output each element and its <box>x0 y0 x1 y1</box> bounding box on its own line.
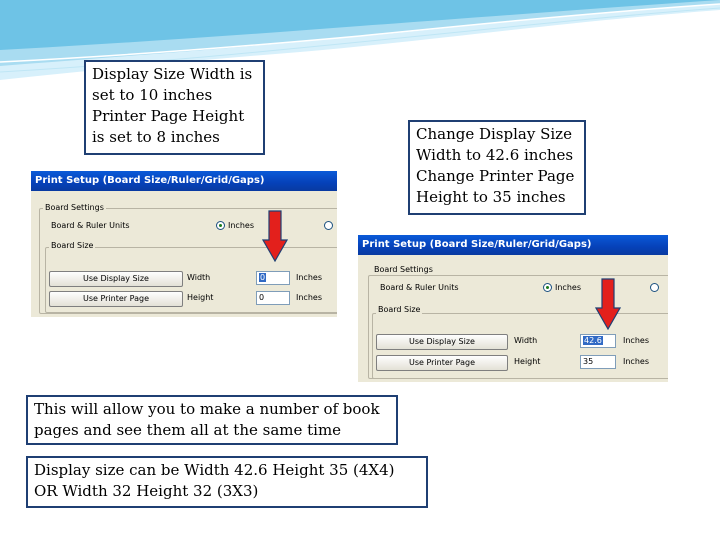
arrow-down-icon <box>595 278 621 330</box>
inches-option-label: Inches <box>555 283 581 292</box>
callout-size-options: Display size can be Width 42.6 Height 35… <box>26 456 428 508</box>
height-label: Height <box>187 293 214 302</box>
inches-option-label: Inches <box>228 221 254 230</box>
callout-line: Printer Page Height <box>92 107 245 125</box>
callout-line: Change Printer Page <box>416 167 575 185</box>
height-label: Height <box>514 357 541 366</box>
callout-line: Display Size Width is <box>92 65 253 83</box>
height-field[interactable]: 0 <box>256 291 290 305</box>
print-setup-dialog-after: Print Setup (Board Size/Ruler/Grid/Gaps)… <box>358 235 668 382</box>
callout-line: OR Width 32 Height 32 (3X3) <box>34 482 259 500</box>
callout-current-settings: Display Size Width is set to 10 inches P… <box>84 60 265 155</box>
height-units-label: Inches <box>623 357 649 366</box>
board-settings-label: Board Settings <box>43 203 106 213</box>
width-units-label: Inches <box>296 273 322 282</box>
use-printer-page-button[interactable]: Use Printer Page <box>376 355 508 371</box>
width-value: 0 <box>259 273 267 282</box>
height-field[interactable]: 35 <box>580 355 616 369</box>
print-setup-dialog-before: Print Setup (Board Size/Ruler/Grid/Gaps)… <box>31 171 337 317</box>
width-value: 42.6 <box>583 336 603 345</box>
inches-radio[interactable] <box>216 221 225 230</box>
board-size-label: Board Size <box>376 305 423 315</box>
callout-line: This will allow you to make a number of … <box>34 400 380 418</box>
callout-line: Change Display Size <box>416 125 572 143</box>
callout-line: Display size can be Width 42.6 Height 35… <box>34 461 395 479</box>
use-printer-page-button[interactable]: Use Printer Page <box>49 291 183 307</box>
callout-explanation: This will allow you to make a number of … <box>26 395 398 445</box>
arrow-down-icon <box>262 210 288 262</box>
width-label: Width <box>187 273 211 282</box>
board-ruler-units-label: Board & Ruler Units <box>51 221 130 230</box>
callout-line: set to 10 inches <box>92 86 213 104</box>
alt-units-radio[interactable] <box>324 221 333 230</box>
callout-line: Height to 35 inches <box>416 188 566 206</box>
height-units-label: Inches <box>296 293 322 302</box>
use-display-size-button[interactable]: Use Display Size <box>376 334 508 350</box>
width-label: Width <box>514 336 538 345</box>
inches-radio[interactable] <box>543 283 552 292</box>
callout-line: pages and see them all at the same time <box>34 421 342 439</box>
use-display-size-button[interactable]: Use Display Size <box>49 271 183 287</box>
callout-change-settings: Change Display Size Width to 42.6 inches… <box>408 120 586 215</box>
dialog-title: Print Setup (Board Size/Ruler/Grid/Gaps) <box>358 235 668 255</box>
board-settings-label: Board Settings <box>372 265 435 275</box>
width-field[interactable]: 0 <box>256 271 290 285</box>
callout-line: Width to 42.6 inches <box>416 146 574 164</box>
alt-units-radio[interactable] <box>650 283 659 292</box>
width-units-label: Inches <box>623 336 649 345</box>
dialog-title: Print Setup (Board Size/Ruler/Grid/Gaps) <box>31 171 337 191</box>
width-field[interactable]: 42.6 <box>580 334 616 348</box>
board-ruler-units-label: Board & Ruler Units <box>380 283 459 292</box>
callout-line: is set to 8 inches <box>92 128 220 146</box>
board-size-label: Board Size <box>49 241 96 251</box>
